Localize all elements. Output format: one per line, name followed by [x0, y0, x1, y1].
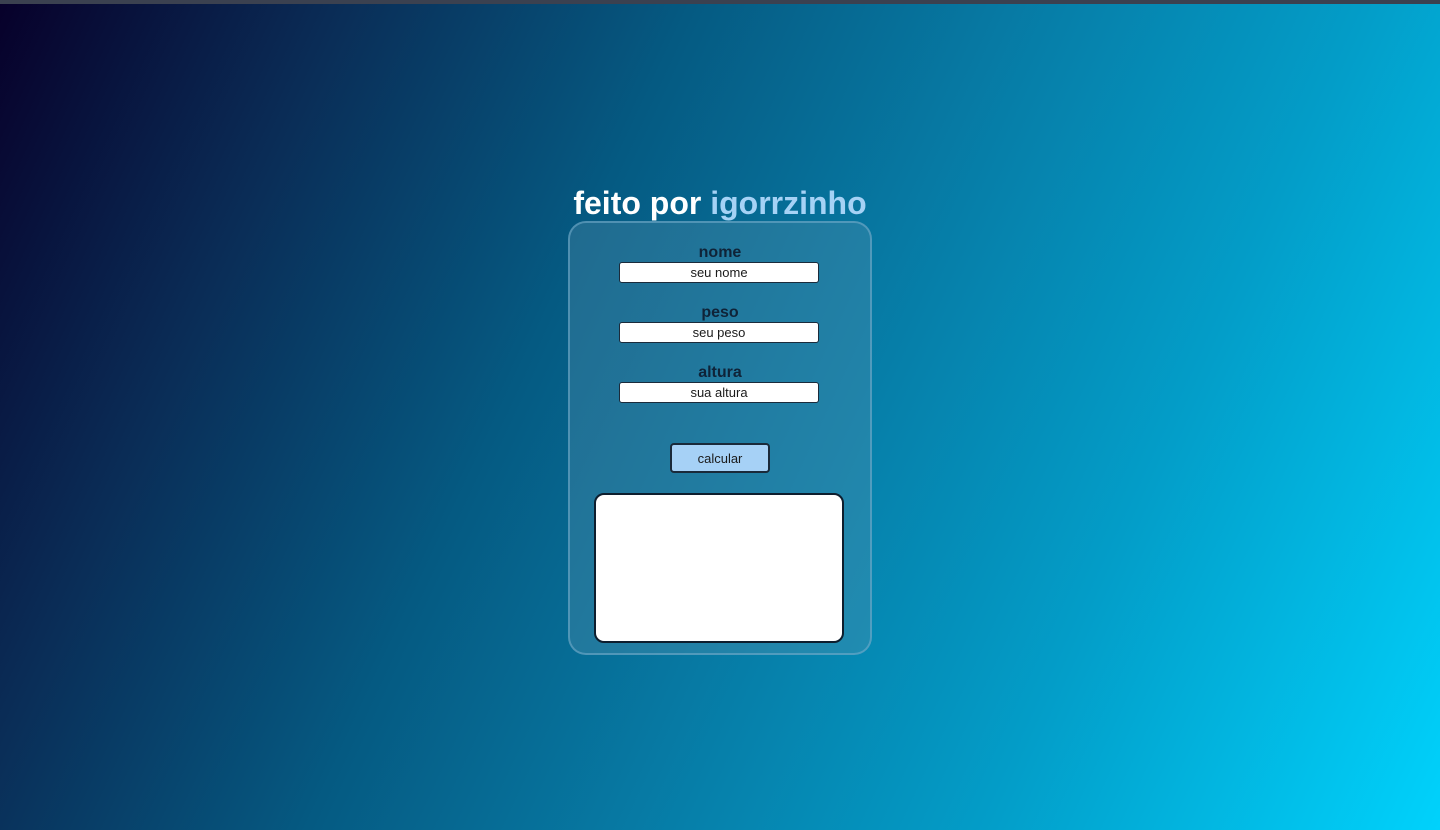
weight-input[interactable] [619, 322, 819, 343]
title-prefix: feito por [573, 185, 702, 221]
calculate-button[interactable]: calcular [670, 443, 770, 473]
height-input[interactable] [619, 382, 819, 403]
name-label: nome [698, 244, 742, 261]
result-box [594, 493, 844, 643]
page-title: feito por igorrzinho [0, 183, 1440, 223]
bmi-form-panel: nome peso altura calcular [568, 221, 872, 655]
author-name: igorrzinho [710, 185, 867, 221]
height-label: altura [698, 364, 742, 381]
window-top-strip [0, 0, 1440, 4]
weight-label: peso [701, 304, 739, 321]
name-input[interactable] [619, 262, 819, 283]
